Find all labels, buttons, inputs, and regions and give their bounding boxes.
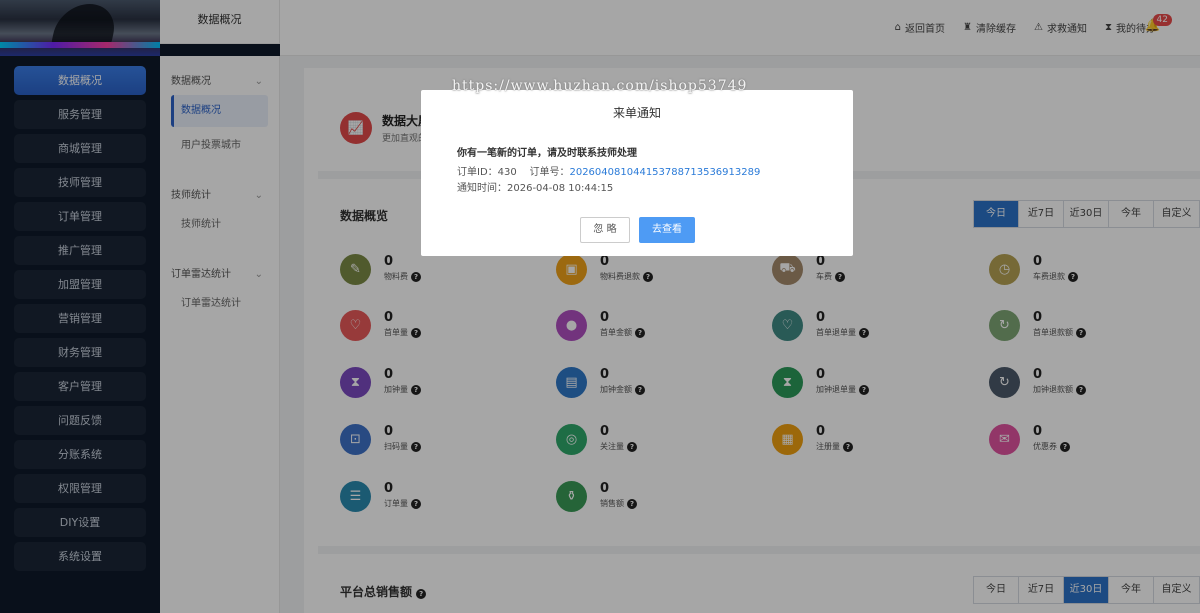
view-button[interactable]: 去查看 [639, 217, 695, 243]
order-info-row: 订单ID：430 订单号：202604081044153788713536913… [457, 163, 760, 178]
time-label: 通知时间： [457, 183, 507, 194]
notify-time-row: 通知时间：2026-04-08 10:44:15 [457, 179, 613, 194]
order-notification-modal: 来单通知 你有一笔新的订单，请及时联系技师处理 订单ID：430 订单号：202… [421, 90, 853, 256]
modal-title: 来单通知 [612, 106, 661, 120]
ignore-button[interactable]: 忽 略 [580, 217, 630, 243]
time-value: 2026-04-08 10:44:15 [507, 183, 614, 194]
order-id-value: 430 [497, 167, 517, 178]
order-id-label: 订单ID： [457, 167, 498, 178]
order-no-link[interactable]: 202604081044153788713536913289 [569, 167, 760, 178]
modal-message: 你有一笔新的订单，请及时联系技师处理 [457, 148, 637, 159]
order-no-label: 订单号： [529, 167, 570, 178]
watermark-text: https://www.huzhan.com/ishop53749 [452, 78, 748, 94]
